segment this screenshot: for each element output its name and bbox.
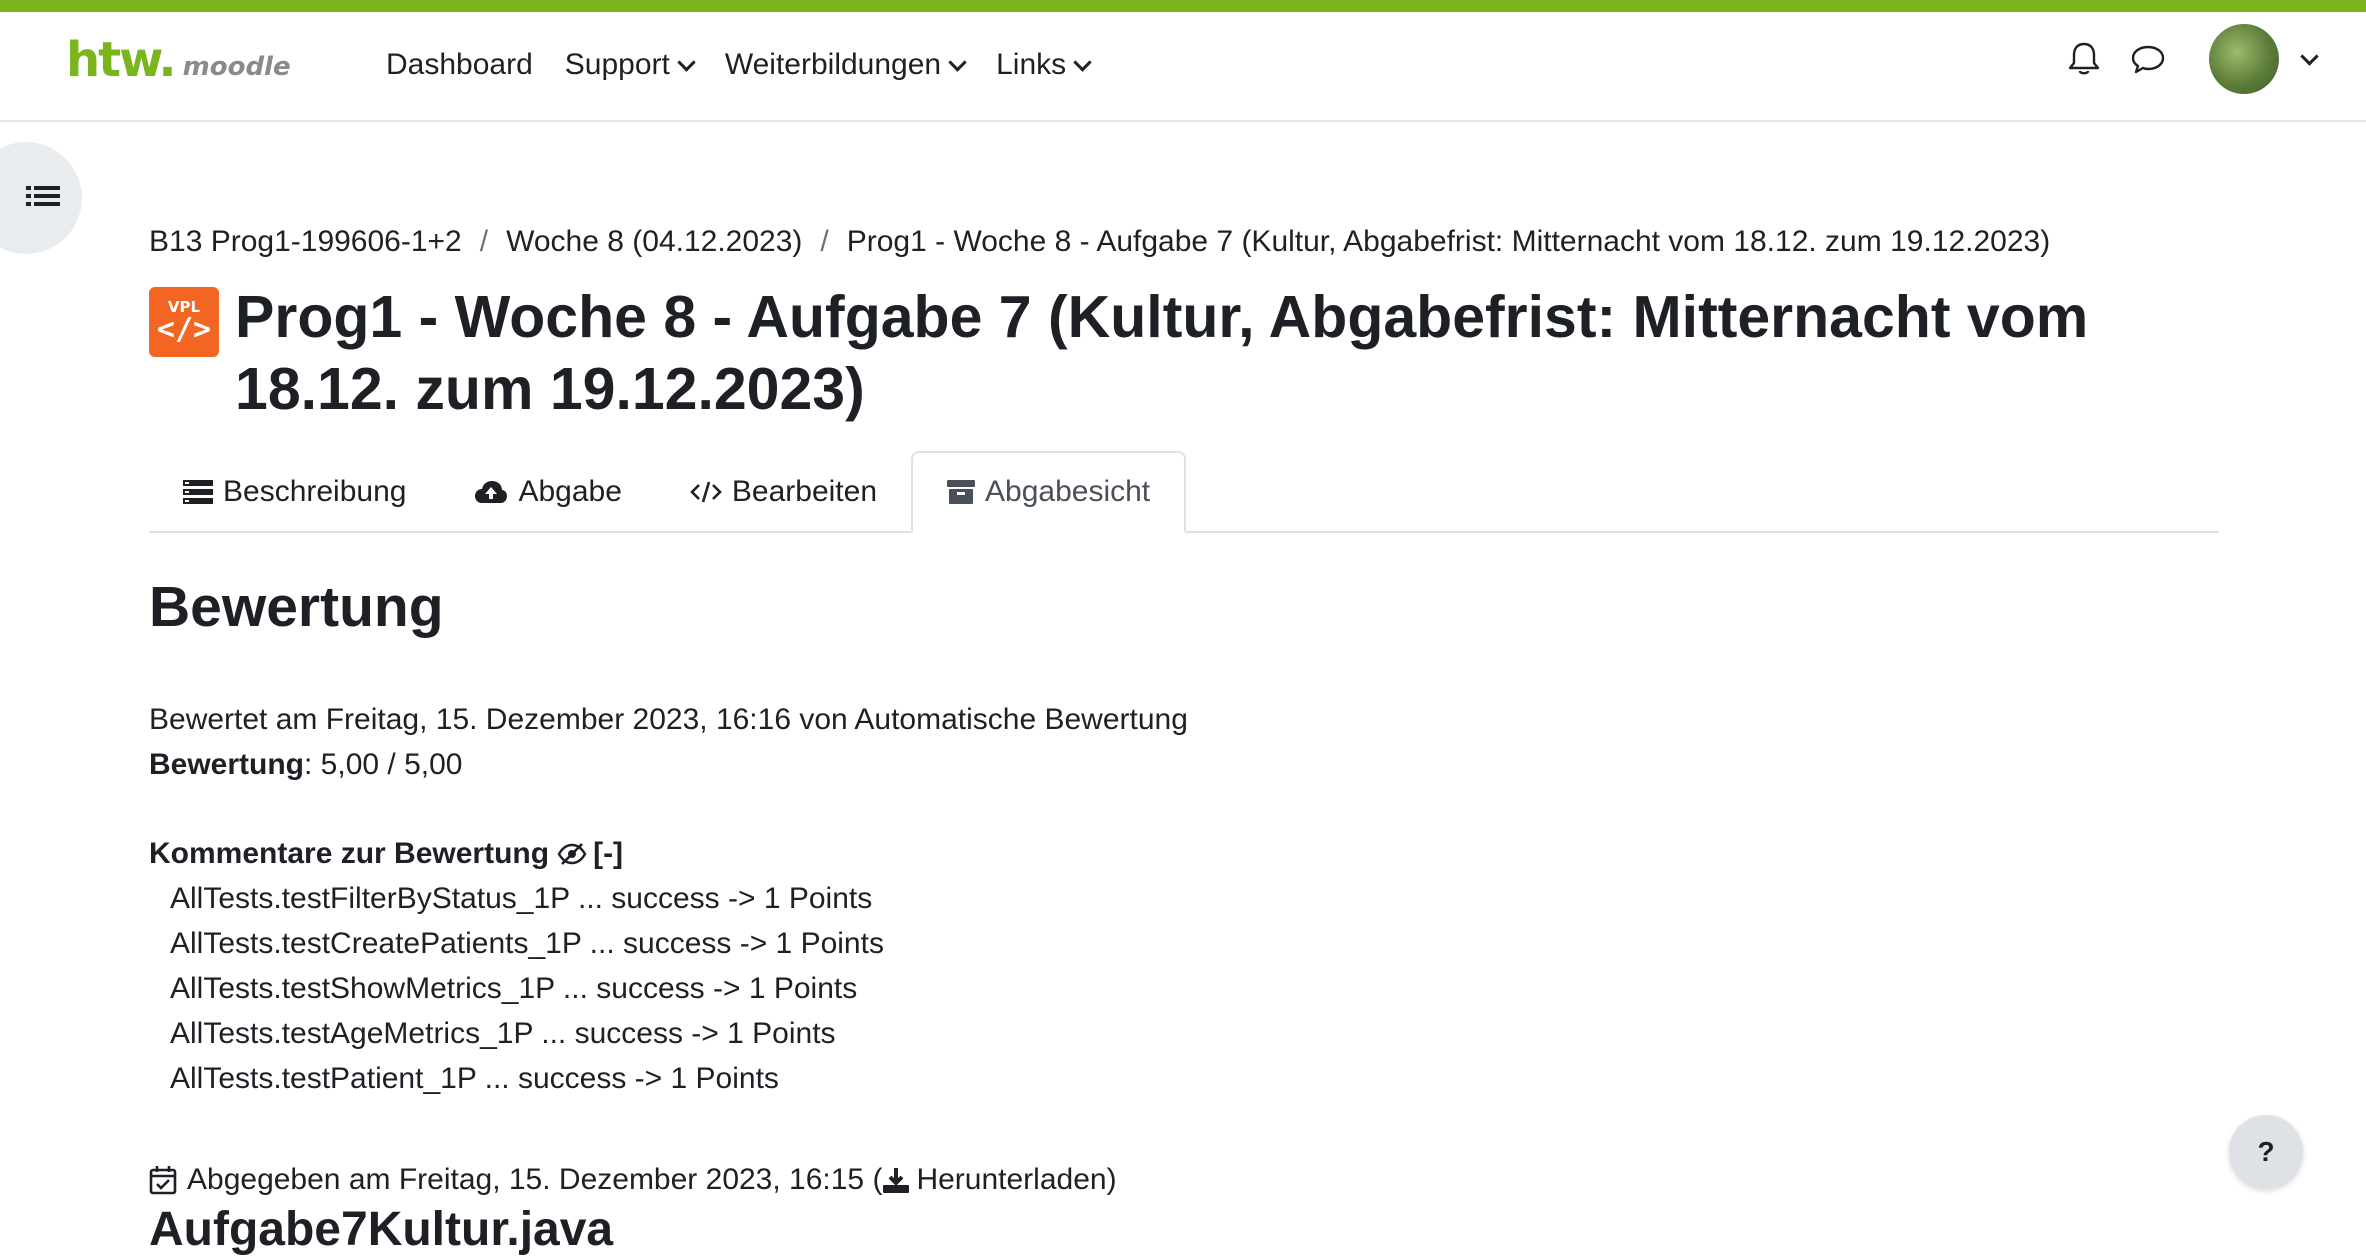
list-item: AllTests.testAgeMetrics_1P ... success -… [170,1017,836,1050]
chat-bubble-icon [2131,45,2165,74]
top-accent-bar [0,0,2366,12]
breadcrumb-separator: / [820,225,829,258]
list-icon [26,186,60,206]
list-item: AllTests.testCreatePatients_1P ... succe… [170,927,884,960]
nav-item-label: Weiterbildungen [724,48,942,81]
logo-htw: htw. [66,32,177,88]
bell-icon [2068,42,2100,75]
code-icon [690,481,722,503]
site-logo[interactable]: htw. moodle [66,32,291,88]
tab-beschreibung[interactable]: Beschreibung [149,453,440,531]
nav-item-label: Dashboard [386,48,533,81]
avatar[interactable] [2209,24,2279,94]
tab-label: Beschreibung [223,475,407,508]
nav-item-support[interactable]: Support [564,48,696,82]
list-icon [183,480,213,504]
submitted-text: Abgegeben am Freitag, 15. Dezember 2023,… [187,1163,883,1196]
eye-slash-icon [557,842,587,865]
grade-number: : 5,00 / 5,00 [304,748,463,781]
download-icon [883,1167,910,1193]
submitted-file-heading: Aufgabe7Kultur.java [149,1203,614,1256]
submission-info: Abgegeben am Freitag, 15. Dezember 2023,… [149,1157,2219,1202]
tab-abgabe[interactable]: Abgabe [440,453,655,531]
user-navigation [2063,24,2319,94]
breadcrumb-separator: / [479,225,489,258]
list-item: AllTests.testShowMetrics_1P ... success … [170,972,858,1005]
tab-abgabesicht[interactable]: Abgabesicht [911,451,1187,533]
calendar-check-icon [149,1165,177,1194]
graded-info: Bewertet am Freitag, 15. Dezember 2023, … [149,703,1188,736]
page-title-line2: 18.12. zum 19.12.2023) [235,356,865,422]
breadcrumb-activity[interactable]: Prog1 - Woche 8 - Aufgabe 7 (Kultur, Abg… [847,225,2050,259]
grade-comments-header: Kommentare zur Bewertung [-] [149,831,2219,876]
grade-comments-list: AllTests.testFilterByStatus_1P ... succe… [149,876,2219,1101]
archive-icon [947,480,976,504]
logo-moodle: moodle [182,52,291,82]
breadcrumb-course[interactable]: B13 Prog1-199606-1+2 [149,225,462,259]
code-icon: </> [156,311,212,347]
notifications-button[interactable] [2063,38,2105,80]
navbar: htw. moodle Dashboard Support Weiterbild… [0,12,2366,122]
grade-comments-toggle[interactable]: [-] [593,831,623,876]
chevron-down-icon[interactable] [2300,46,2319,66]
tab-label: Abgabe [518,475,622,508]
primary-navigation: Dashboard Support Weiterbildungen Links [386,48,1121,82]
list-item: AllTests.testFilterByStatus_1P ... succe… [170,882,873,915]
breadcrumb-section[interactable]: Woche 8 (04.12.2023) [506,225,802,259]
chevron-down-icon [1073,52,1092,72]
chevron-down-icon [677,52,696,72]
nav-item-label: Support [564,48,670,81]
course-index-toggle[interactable] [0,142,82,254]
grading-heading: Bewertung [149,575,444,639]
help-button[interactable]: ? [2229,1115,2303,1189]
activity-tabs: Beschreibung Abgabe Bearbeiten Abgabesic… [149,451,2219,533]
chevron-down-icon [948,52,967,72]
download-link[interactable]: Herunterladen [882,1157,1107,1202]
nav-item-label: Links [996,48,1067,81]
page-title: Prog1 - Woche 8 - Aufgabe 7 (Kultur, Abg… [235,281,2219,425]
tab-label: Abgabesicht [985,475,1151,508]
messages-button[interactable] [2127,38,2169,80]
page-header: VPL </> Prog1 - Woche 8 - Aufgabe 7 (Kul… [149,281,2219,425]
tab-label: Bearbeiten [731,475,878,508]
nav-item-weiterbildungen[interactable]: Weiterbildungen [724,48,967,82]
submitted-closing: ) [1106,1163,1117,1196]
tab-bearbeiten[interactable]: Bearbeiten [656,453,911,531]
grade-label: Bewertung [149,748,305,781]
nav-item-dashboard[interactable]: Dashboard [386,48,533,82]
breadcrumb: B13 Prog1-199606-1+2 / Woche 8 (04.12.20… [149,225,2219,259]
grade-comments-label: Kommentare zur Bewertung [149,837,550,870]
page-title-line1: Prog1 - Woche 8 - Aufgabe 7 (Kultur, Abg… [235,284,2089,350]
nav-item-links[interactable]: Links [996,48,1092,82]
main-content: B13 Prog1-199606-1+2 / Woche 8 (04.12.20… [149,225,2219,1260]
cloud-upload-icon [475,481,508,503]
list-item: AllTests.testPatient_1P ... success -> 1… [170,1062,779,1095]
download-label: Herunterladen [916,1163,1107,1196]
vpl-activity-icon: VPL </> [149,287,219,357]
grade-value: Bewertung: 5,00 / 5,00 [149,742,2219,787]
